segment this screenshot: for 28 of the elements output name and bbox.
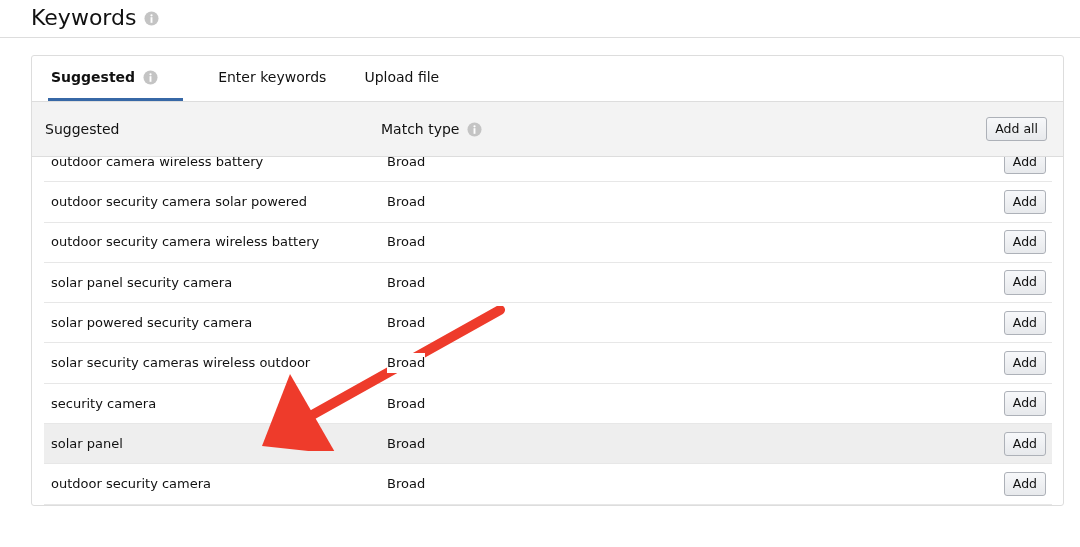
add-button[interactable]: Add (1003, 157, 1046, 174)
keyword-cell-text: solar security cameras wireless outdoor (51, 354, 312, 373)
column-header: Match type (381, 119, 460, 139)
tab[interactable]: Enter keywords (215, 56, 330, 101)
keyword-cell-text: solar powered security camera (51, 314, 254, 333)
tab[interactable]: Upload file (361, 56, 443, 101)
info-icon[interactable] (143, 69, 159, 85)
add-button[interactable]: Add (1003, 351, 1046, 376)
match-type-cell: Broad (387, 353, 426, 373)
keyword-cell-text: outdoor security camera solar powered (51, 193, 309, 212)
info-icon[interactable] (467, 121, 483, 137)
add-button[interactable]: Add (1003, 471, 1046, 497)
add-button[interactable]: Add (1003, 270, 1046, 295)
keyword-cell-text: solar panel security camera (51, 273, 234, 292)
add-button[interactable]: Add (1003, 189, 1046, 215)
keyword-cell-text: outdoor security camera (51, 475, 213, 494)
add-all-button[interactable]: Add all (986, 116, 1047, 142)
add-button[interactable]: Add (1003, 310, 1046, 335)
keyword-cell-text: outdoor camera wireless battery (51, 157, 265, 171)
add-button[interactable]: Add (1003, 230, 1046, 255)
page-title: Keywords (31, 5, 137, 32)
keyword-cell-text: solar panel (51, 434, 124, 453)
keyword-cell-text: security camera (51, 394, 158, 413)
column-header: Suggested (45, 119, 121, 139)
add-button[interactable]: Add (1003, 391, 1046, 416)
keyword-cell-text: outdoor security camera wireless battery (51, 233, 321, 252)
add-button[interactable]: Add (1003, 431, 1046, 456)
info-icon[interactable] (144, 11, 160, 26)
